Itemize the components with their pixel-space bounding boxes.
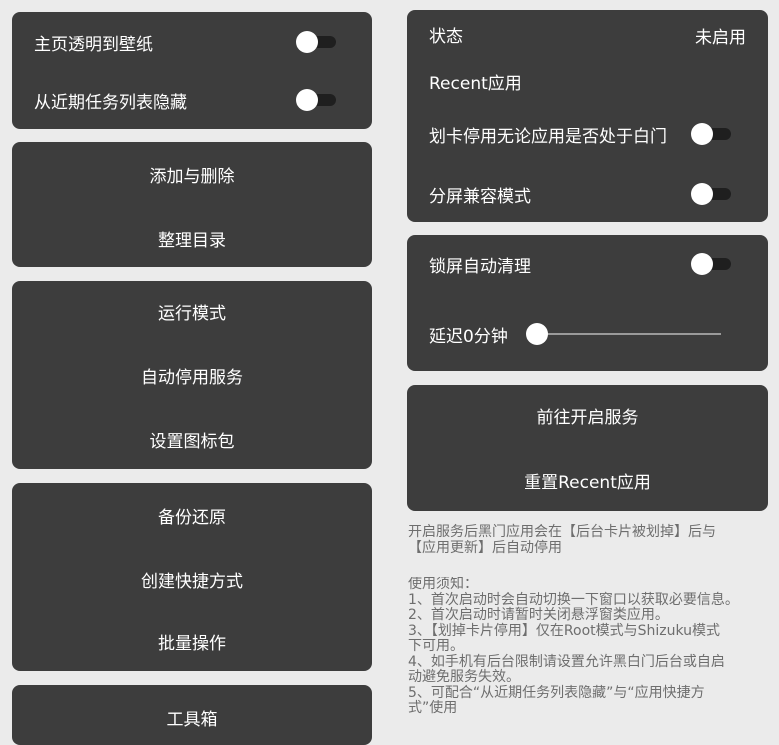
toggle-knob <box>691 253 713 275</box>
toggle-knob <box>296 89 318 111</box>
auto-disable-label: 自动停用服务 <box>141 367 243 388</box>
organize-button[interactable]: 整理目录 <box>12 218 372 258</box>
auto-disable-button[interactable]: 自动停用服务 <box>12 355 372 395</box>
status-value: 未启用 <box>695 28 746 48</box>
delay-label: 延迟0分钟 <box>429 326 508 347</box>
settings-card-tools: 备份还原 创建快捷方式 批量操作 <box>12 483 372 671</box>
settings-card-apps: 添加与删除 整理目录 <box>12 142 372 267</box>
home-transparent-toggle[interactable] <box>296 31 338 53</box>
settings-card-mode: 运行模式 自动停用服务 设置图标包 <box>12 281 372 469</box>
usage-notes: 使用须知： 1、首次启动时会自动切换一下窗口以获取必要信息。 2、首次启动时请暂… <box>408 577 739 716</box>
shortcut-label: 创建快捷方式 <box>141 571 243 592</box>
toggle-knob <box>296 31 318 53</box>
swipe-disable-toggle[interactable] <box>691 123 733 145</box>
service-card: 前往开启服务 重置Recent应用 <box>407 385 768 511</box>
start-service-label: 前往开启服务 <box>536 407 639 428</box>
start-service-button[interactable]: 前往开启服务 <box>407 395 768 435</box>
lock-clean-toggle[interactable] <box>691 253 733 275</box>
split-screen-toggle[interactable] <box>691 183 733 205</box>
toggle-knob <box>691 183 713 205</box>
toolbox-button[interactable]: 工具箱 <box>12 697 372 737</box>
status-card: 状态 未启用 Recent应用 划卡停用无论应用是否处于白门 分屏兼容模式 <box>407 10 768 222</box>
backup-button[interactable]: 备份还原 <box>12 495 372 535</box>
recent-apps-row[interactable]: Recent应用 <box>407 61 768 101</box>
hide-recents-toggle[interactable] <box>296 89 338 111</box>
toolbox-label: 工具箱 <box>166 709 218 730</box>
swipe-disable-label: 划卡停用无论应用是否处于白门 <box>429 126 667 147</box>
delay-slider-thumb[interactable] <box>526 323 548 345</box>
service-note: 开启服务后黑门应用会在【后台卡片被划掉】后与 【应用更新】后自动停用 <box>408 524 716 556</box>
hide-recents-label: 从近期任务列表隐藏 <box>34 92 187 113</box>
add-remove-button[interactable]: 添加与删除 <box>12 154 372 194</box>
icon-pack-label: 设置图标包 <box>149 431 235 452</box>
lock-clean-label: 锁屏自动清理 <box>429 256 531 277</box>
run-mode-button[interactable]: 运行模式 <box>12 291 372 331</box>
shortcut-button[interactable]: 创建快捷方式 <box>12 559 372 599</box>
settings-card-appearance: 主页透明到壁纸 从近期任务列表隐藏 <box>12 12 372 129</box>
reset-recent-label: 重置Recent应用 <box>524 472 651 493</box>
add-remove-label: 添加与删除 <box>149 166 235 187</box>
batch-label: 批量操作 <box>158 633 226 654</box>
toggle-knob <box>691 123 713 145</box>
recent-apps-label: Recent应用 <box>429 73 522 94</box>
batch-button[interactable]: 批量操作 <box>12 621 372 661</box>
split-screen-label: 分屏兼容模式 <box>429 186 531 207</box>
lock-clean-card: 锁屏自动清理 延迟0分钟 <box>407 235 768 371</box>
organize-label: 整理目录 <box>158 230 226 251</box>
status-label: 状态 <box>429 26 463 47</box>
backup-label: 备份还原 <box>158 507 226 528</box>
delay-slider-track[interactable] <box>537 333 721 335</box>
home-transparent-label: 主页透明到壁纸 <box>34 34 153 55</box>
icon-pack-button[interactable]: 设置图标包 <box>12 419 372 459</box>
run-mode-label: 运行模式 <box>158 303 226 324</box>
settings-card-toolbox: 工具箱 <box>12 685 372 745</box>
reset-recent-button[interactable]: 重置Recent应用 <box>407 460 768 500</box>
